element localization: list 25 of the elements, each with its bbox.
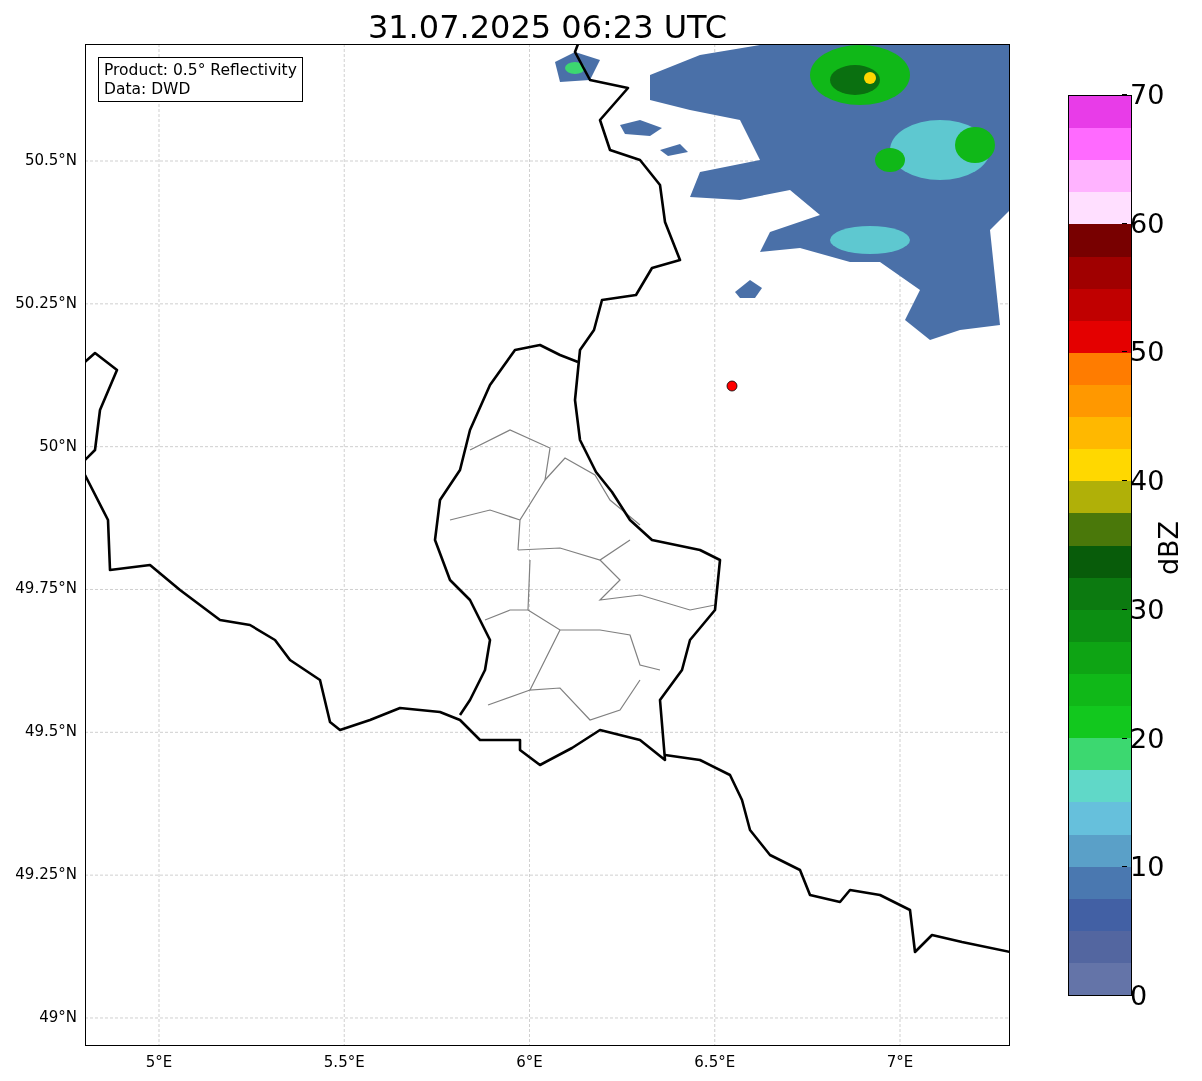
latitude-label: 50°N xyxy=(39,438,77,454)
latitude-label: 50.25°N xyxy=(15,295,77,311)
colorbar-tick-label: 10 xyxy=(1130,853,1165,881)
colorbar-tick-label: 0 xyxy=(1130,982,1148,1009)
info-text: Data: DWD xyxy=(104,79,192,99)
chart-title: 31.07.2025 06:23 UTC xyxy=(367,11,728,43)
info-text: Product: 0.5° Reflectivity xyxy=(104,61,297,80)
latitude-label: 49°N xyxy=(39,1009,77,1025)
colorbar-tick-label: 50 xyxy=(1130,338,1165,366)
latitude-label: 50.5°N xyxy=(24,153,77,168)
longitude-label: 6°E xyxy=(516,1055,543,1070)
colorbar-tick-label: 40 xyxy=(1130,467,1165,495)
latitude-label: 49.75°N xyxy=(15,581,77,597)
colorbar-tick-label: 30 xyxy=(1130,595,1165,623)
longitude-label: 6.5°E xyxy=(694,1055,736,1070)
longitude-label: 5.5°E xyxy=(323,1055,365,1070)
latitude-label: 49.5°N xyxy=(24,724,77,740)
colorbar-tick-label: 20 xyxy=(1130,724,1165,752)
location-marker xyxy=(726,380,738,392)
colorbar-label: dBZ xyxy=(1154,520,1182,576)
colorbar-tick-label: 70 xyxy=(1130,81,1165,108)
longitude-label: 7°E xyxy=(886,1055,914,1070)
colorbar-tick-label: 60 xyxy=(1130,209,1165,237)
latitude-label: 49.25°N xyxy=(15,867,77,883)
longitude-label: 5°E xyxy=(145,1055,173,1070)
